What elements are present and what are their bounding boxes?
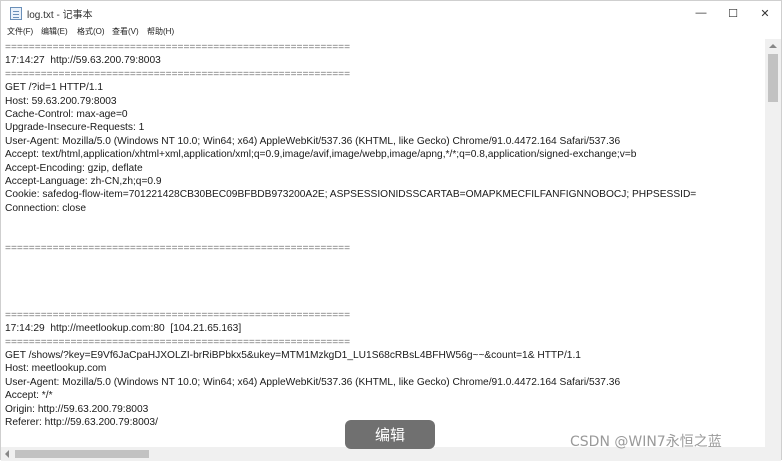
notepad-window: log.txt - 记事本 — ☐ ✕ 文件(F) 编辑(E) 格式(O) 查看… bbox=[0, 0, 782, 461]
csdn-watermark: CSDN @WIN7永恒之蓝 bbox=[570, 434, 722, 450]
text-line bbox=[5, 282, 696, 295]
text-line bbox=[5, 269, 696, 282]
text-line: Host: meetlookup.com bbox=[5, 363, 107, 375]
text-line: ========================================… bbox=[5, 42, 351, 53]
minimize-button[interactable]: — bbox=[685, 1, 717, 25]
text-line: ========================================… bbox=[5, 336, 351, 348]
menu-bar: 文件(F) 编辑(E) 格式(O) 查看(V) 帮助(H) bbox=[1, 25, 781, 39]
text-line: ========================================… bbox=[5, 242, 351, 254]
text-line bbox=[5, 228, 696, 241]
text-line: Origin: http://59.63.200.79:8003 bbox=[5, 403, 149, 415]
menu-format[interactable]: 格式(O) bbox=[77, 26, 105, 37]
scroll-left-icon[interactable] bbox=[5, 450, 9, 458]
notepad-icon bbox=[10, 7, 22, 20]
maximize-button[interactable]: ☐ bbox=[717, 1, 749, 25]
text-line: 17:14:27 http://59.63.200.79:8003 bbox=[5, 55, 161, 67]
text-line: User-Agent: Mozilla/5.0 (Windows NT 10.0… bbox=[5, 376, 621, 388]
text-line: GET /shows/?key=E9Vf6JaCpaHJXOLZI-brRiBP… bbox=[5, 349, 581, 361]
text-line: GET /?id=1 HTTP/1.1 bbox=[5, 82, 104, 94]
close-button[interactable]: ✕ bbox=[749, 1, 781, 25]
text-line: Accept-Language: zh-CN,zh;q=0.9 bbox=[5, 175, 162, 187]
text-line: Accept: text/html,application/xhtml+xml,… bbox=[5, 149, 637, 161]
text-line: User-Agent: Mozilla/5.0 (Windows NT 10.0… bbox=[5, 135, 621, 147]
horizontal-scroll-thumb[interactable] bbox=[15, 450, 149, 458]
text-line: Accept: */* bbox=[5, 390, 53, 402]
text-line: Cache-Control: max-age=0 bbox=[5, 108, 128, 120]
menu-help[interactable]: 帮助(H) bbox=[147, 26, 174, 37]
edit-overlay-button[interactable]: 编辑 bbox=[345, 420, 435, 449]
text-line: Cookie: safedog-flow-item=701221428CB30B… bbox=[5, 189, 697, 201]
window-title: log.txt - 记事本 bbox=[27, 10, 93, 21]
editor-content[interactable]: ========================================… bbox=[5, 41, 696, 429]
scrollbar-corner bbox=[765, 447, 781, 461]
menu-file[interactable]: 文件(F) bbox=[7, 26, 33, 37]
text-line bbox=[5, 215, 696, 228]
text-editor[interactable]: ========================================… bbox=[1, 39, 765, 447]
vertical-scroll-thumb[interactable] bbox=[768, 54, 778, 102]
title-bar[interactable]: log.txt - 记事本 — ☐ ✕ bbox=[1, 1, 781, 25]
menu-view[interactable]: 查看(V) bbox=[112, 26, 139, 37]
menu-edit[interactable]: 编辑(E) bbox=[41, 26, 68, 37]
text-line: ========================================… bbox=[5, 68, 351, 80]
text-line bbox=[5, 295, 696, 308]
text-line: 17:14:29 http://meetlookup.com:80 [104.2… bbox=[5, 323, 242, 335]
text-line bbox=[5, 255, 696, 268]
text-line: Host: 59.63.200.79:8003 bbox=[5, 95, 117, 107]
text-line: ========================================… bbox=[5, 309, 351, 321]
text-line: Upgrade-Insecure-Requests: 1 bbox=[5, 122, 145, 134]
scroll-up-icon[interactable] bbox=[769, 44, 777, 48]
text-line: Connection: close bbox=[5, 202, 86, 214]
text-line: Accept-Encoding: gzip, deflate bbox=[5, 162, 143, 174]
vertical-scrollbar[interactable] bbox=[765, 39, 781, 447]
